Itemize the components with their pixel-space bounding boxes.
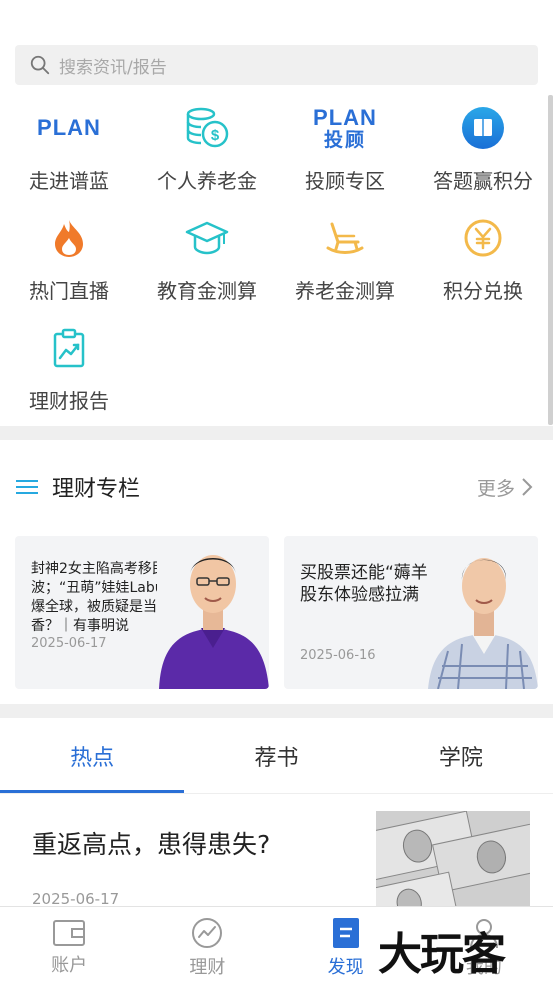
- grid-item-label: 个人养老金: [157, 169, 257, 193]
- grid-item-label: 养老金测算: [295, 279, 395, 303]
- card-date: 2025-06-17: [31, 636, 107, 651]
- nav-label: 理财: [189, 957, 226, 978]
- tab-books[interactable]: 荐书: [184, 718, 368, 793]
- news-item[interactable]: 重返高点，患得患失? 2025-06-17: [0, 795, 553, 910]
- column-header: 理财专栏 更多: [0, 462, 553, 512]
- rocking-chair-icon: [324, 209, 366, 267]
- news-thumbnail: [376, 811, 530, 907]
- watermark-logo: 大玩客: [378, 929, 506, 980]
- grid-item-label: 教育金测算: [157, 279, 257, 303]
- content-tabs: 热点 荐书 学院: [0, 718, 553, 794]
- column-card[interactable]: 买股票还能“薅羊毛”，股东体验感拉满 2025-06-16: [284, 536, 538, 689]
- author-photo: [428, 536, 538, 689]
- chevron-right-icon[interactable]: [521, 477, 533, 497]
- chart-circle-icon: [192, 918, 223, 948]
- grid-item-report[interactable]: 理财报告: [0, 315, 138, 425]
- nav-label: 发现: [327, 957, 364, 978]
- grid-item-label: 投顾专区: [305, 169, 385, 193]
- grid-item-plan[interactable]: PLAN 走进谱蓝: [0, 95, 138, 205]
- report-clipboard-icon: [52, 319, 86, 377]
- wallet-icon: [53, 920, 86, 946]
- section-divider: [0, 704, 553, 718]
- tab-hot[interactable]: 热点: [0, 718, 185, 793]
- column-card[interactable]: 封神2女主陷高考移民风波；“丑萌”娃娃Labubu火爆全球，被质疑是当代郁金香？…: [15, 536, 269, 689]
- flame-icon: [52, 209, 86, 267]
- more-link[interactable]: 更多: [477, 474, 515, 501]
- plan-advisor-logo-icon: PLAN 投顾: [313, 104, 377, 151]
- grid-item-points-exchange[interactable]: 积分兑换: [414, 205, 552, 315]
- grid-item-label: 理财报告: [29, 389, 109, 413]
- column-title: 理财专栏: [52, 477, 141, 502]
- grid-item-pension-calc[interactable]: 养老金测算: [276, 205, 414, 315]
- grid-item-live[interactable]: 热门直播: [0, 205, 138, 315]
- grid-item-label: 积分兑换: [443, 279, 523, 303]
- section-divider: [0, 426, 553, 440]
- search-icon: [30, 55, 50, 75]
- grid-item-label: 走进谱蓝: [29, 169, 109, 193]
- nav-label: 账户: [51, 955, 88, 976]
- svg-text:$: $: [211, 127, 220, 144]
- document-icon: [332, 918, 359, 948]
- menu-lines-icon: [16, 480, 38, 494]
- search-placeholder: 搜索资讯/报告: [59, 57, 167, 78]
- yen-coin-icon: [463, 209, 503, 267]
- graduation-cap-icon: [184, 209, 230, 267]
- book-icon: [461, 99, 505, 157]
- author-photo: [157, 536, 269, 689]
- grid-item-label: 热门直播: [29, 279, 109, 303]
- nav-finance[interactable]: 理财: [138, 907, 276, 984]
- tab-academy[interactable]: 学院: [369, 718, 553, 793]
- coins-icon: $: [183, 99, 231, 157]
- grid-item-education-calc[interactable]: 教育金测算: [138, 205, 276, 315]
- grid-item-label: 答题赢积分: [433, 169, 533, 193]
- news-title: 重返高点，患得患失?: [32, 830, 271, 859]
- card-date: 2025-06-16: [300, 648, 376, 663]
- grid-item-advisor-zone[interactable]: PLAN 投顾 投顾专区: [276, 95, 414, 205]
- search-bar[interactable]: 搜索资讯/报告: [15, 45, 538, 85]
- grid-item-quiz[interactable]: 答题赢积分: [414, 95, 552, 205]
- plan-logo-icon: PLAN: [37, 115, 101, 140]
- grid-item-personal-pension[interactable]: $ 个人养老金: [138, 95, 276, 205]
- nav-account[interactable]: 账户: [0, 907, 138, 984]
